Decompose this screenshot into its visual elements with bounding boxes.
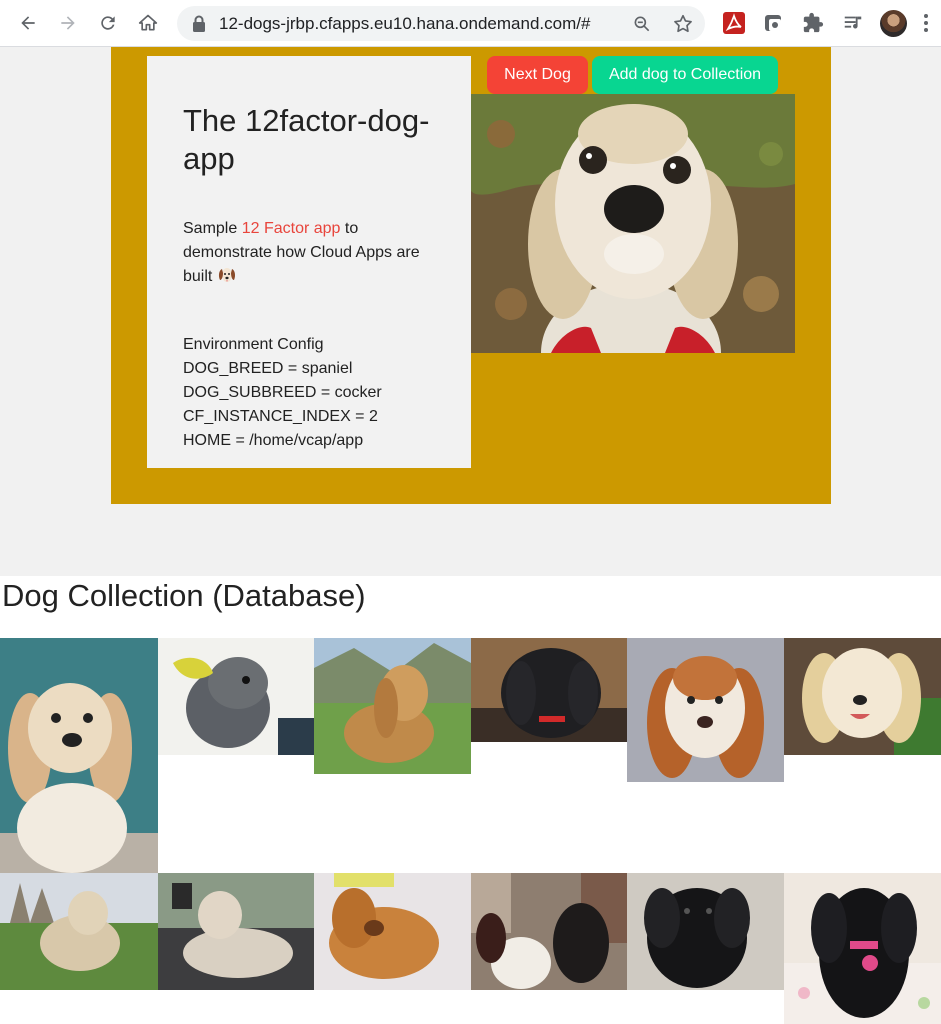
zoom-icon[interactable] [632, 14, 652, 34]
puzzle-icon[interactable] [802, 12, 824, 34]
reload-icon[interactable] [94, 9, 122, 37]
env-heading: Environment Config [183, 336, 324, 353]
forward-icon[interactable] [54, 9, 82, 37]
menu-icon[interactable] [918, 12, 934, 34]
hero-section: The 12factor-dog-app Sample 12 Factor ap… [111, 47, 831, 504]
info-card: The 12factor-dog-app Sample 12 Factor ap… [147, 56, 471, 468]
gallery-dog-photo[interactable] [627, 873, 784, 990]
gallery-dog-photo[interactable] [314, 638, 471, 774]
collection-title: Dog Collection (Database) [2, 578, 366, 613]
gallery-dog-photo[interactable] [0, 873, 158, 990]
star-icon[interactable] [672, 13, 694, 35]
browser-toolbar: 12-dogs-jrbp.cfapps.eu10.hana.ondemand.c… [0, 0, 941, 47]
env-line: DOG_BREED = spaniel [183, 360, 353, 377]
gallery-dog-photo[interactable] [784, 638, 941, 755]
home-icon[interactable] [134, 9, 162, 37]
env-line: DOG_SUBBREED = cocker [183, 384, 382, 401]
next-dog-button[interactable]: Next Dog [487, 56, 588, 94]
gallery-dog-photo[interactable] [471, 873, 627, 990]
lock-icon[interactable] [191, 15, 207, 33]
pdf-extension-icon[interactable] [723, 12, 745, 34]
extension-icon[interactable] [763, 12, 785, 34]
address-bar[interactable]: 12-dogs-jrbp.cfapps.eu10.hana.ondemand.c… [177, 6, 705, 41]
page-title: The 12factor-dog-app [183, 103, 430, 176]
app-description: Sample 12 Factor app to demonstrate how … [183, 220, 420, 285]
gallery-dog-photo[interactable] [627, 638, 784, 782]
back-icon[interactable] [14, 9, 42, 37]
profile-avatar[interactable] [880, 10, 907, 37]
env-line: CF_INSTANCE_INDEX = 2 [183, 408, 378, 425]
current-dog-photo [471, 94, 795, 353]
gallery-dog-photo[interactable] [784, 873, 941, 1024]
url-text[interactable]: 12-dogs-jrbp.cfapps.eu10.hana.ondemand.c… [219, 14, 590, 34]
add-dog-to-collection-button[interactable]: Add dog to Collection [592, 56, 778, 94]
env-line: HOME = /home/vcap/app [183, 432, 364, 449]
twelve-factor-link[interactable]: 12 Factor app [242, 220, 341, 237]
gallery-dog-photo[interactable] [471, 638, 627, 742]
gallery-dog-photo[interactable] [158, 873, 314, 990]
dog-collection-section: Dog Collection (Database) [0, 576, 941, 1024]
gallery-dog-photo[interactable] [0, 638, 158, 873]
environment-config: Environment Config DOG_BREED = spaniel D… [183, 333, 435, 453]
gallery-dog-photo[interactable] [158, 638, 314, 755]
dog-face-icon [218, 268, 235, 282]
gallery-dog-photo[interactable] [314, 873, 471, 990]
media-queue-icon[interactable] [842, 12, 864, 34]
